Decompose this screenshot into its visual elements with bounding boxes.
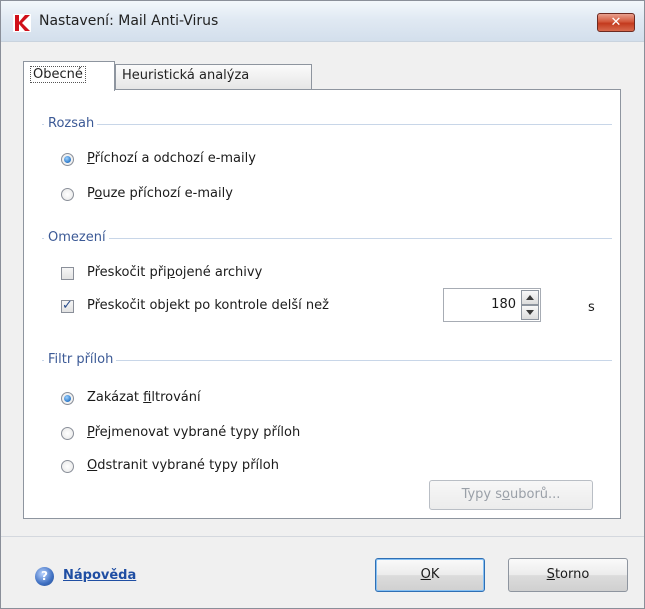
tab-heuristic-analysis-label: Heuristická analýza <box>122 68 250 83</box>
cancel-button[interactable]: Storno <box>508 558 628 592</box>
label-part: ojené archivy <box>174 265 263 280</box>
radio-delete-types-label[interactable]: Odstranit vybrané typy příloh <box>87 458 279 473</box>
label-part: řejmenovat vybrané typy příloh <box>94 425 301 440</box>
label-part: iltrování <box>151 390 201 405</box>
group-divider <box>42 360 612 361</box>
timeout-spinbox[interactable]: 180 <box>443 288 541 322</box>
radio-rename-types[interactable] <box>61 427 74 440</box>
label-part: Zakázat <box>87 390 144 405</box>
help-icon[interactable]: ? <box>35 567 54 586</box>
label-mnemonic: P <box>87 425 95 440</box>
checkbox-skip-long-scan[interactable] <box>61 298 74 313</box>
label-part: Typy s <box>461 487 503 502</box>
checkbox-skip-archives[interactable] <box>61 267 74 280</box>
radio-incoming-outgoing[interactable] <box>61 153 74 166</box>
label-part: torno <box>554 567 590 582</box>
group-divider <box>42 124 612 125</box>
group-title-scope: Rozsah <box>44 116 98 131</box>
radio-incoming-only[interactable] <box>61 188 74 201</box>
settings-dialog: Nastavení: Mail Anti-Virus ✕ Obecné Heur… <box>0 0 645 609</box>
timeout-unit: s <box>588 300 595 315</box>
label-mnemonic: P <box>87 151 95 166</box>
group-title-attachment-filter: Filtr příloh <box>44 352 117 367</box>
window-title: Nastavení: Mail Anti-Virus <box>39 13 219 29</box>
kaspersky-logo-icon <box>13 14 31 32</box>
group-divider <box>42 238 612 239</box>
spin-up-arrow-icon[interactable] <box>521 290 539 305</box>
tab-general-label: Obecné <box>30 66 86 83</box>
spin-down-arrow-icon[interactable] <box>521 305 539 320</box>
radio-disable-filtering[interactable] <box>61 392 74 405</box>
radio-disable-filtering-label[interactable]: Zakázat filtrování <box>87 390 201 405</box>
radio-rename-types-label[interactable]: Přejmenovat vybrané typy příloh <box>87 425 300 440</box>
radio-delete-types[interactable] <box>61 460 74 473</box>
tab-heuristic-analysis[interactable]: Heuristická analýza <box>115 64 312 89</box>
timeout-value[interactable]: 180 <box>491 297 516 312</box>
close-icon: ✕ <box>610 15 622 30</box>
label-mnemonic: O <box>87 458 98 473</box>
label-part: Přeskočit při <box>87 265 167 280</box>
title-bar[interactable]: Nastavení: Mail Anti-Virus ✕ <box>1 1 644 42</box>
label-part: K <box>430 567 440 582</box>
tab-general[interactable]: Obecné <box>23 61 115 91</box>
label-mnemonic: S <box>546 567 555 582</box>
footer-divider <box>1 536 644 537</box>
file-types-button[interactable]: Typy souborů... <box>429 480 593 510</box>
label-part: dstranit vybrané typy příloh <box>97 458 279 473</box>
label-mnemonic: O <box>420 567 431 582</box>
radio-incoming-only-label[interactable]: Pouze příchozí e-maily <box>87 186 233 201</box>
radio-incoming-outgoing-label[interactable]: Příchozí a odchozí e-maily <box>87 151 256 166</box>
label-mnemonic: o <box>502 487 510 502</box>
group-title-limits: Omezení <box>44 230 109 245</box>
label-part: uborů... <box>510 487 561 502</box>
label-mnemonic: p <box>166 265 175 280</box>
label-part: říchozí a odchozí e-maily <box>94 151 256 166</box>
help-link[interactable]: Nápověda <box>63 568 136 583</box>
close-button[interactable]: ✕ <box>597 13 635 32</box>
checkbox-skip-archives-label[interactable]: Přeskočit připojené archivy <box>87 265 262 280</box>
ok-button[interactable]: OK <box>375 558 485 592</box>
label-part: uze příchozí e-maily <box>102 186 233 201</box>
checkbox-skip-long-scan-label[interactable]: Přeskočit objekt po kontrole delší než <box>87 298 329 313</box>
